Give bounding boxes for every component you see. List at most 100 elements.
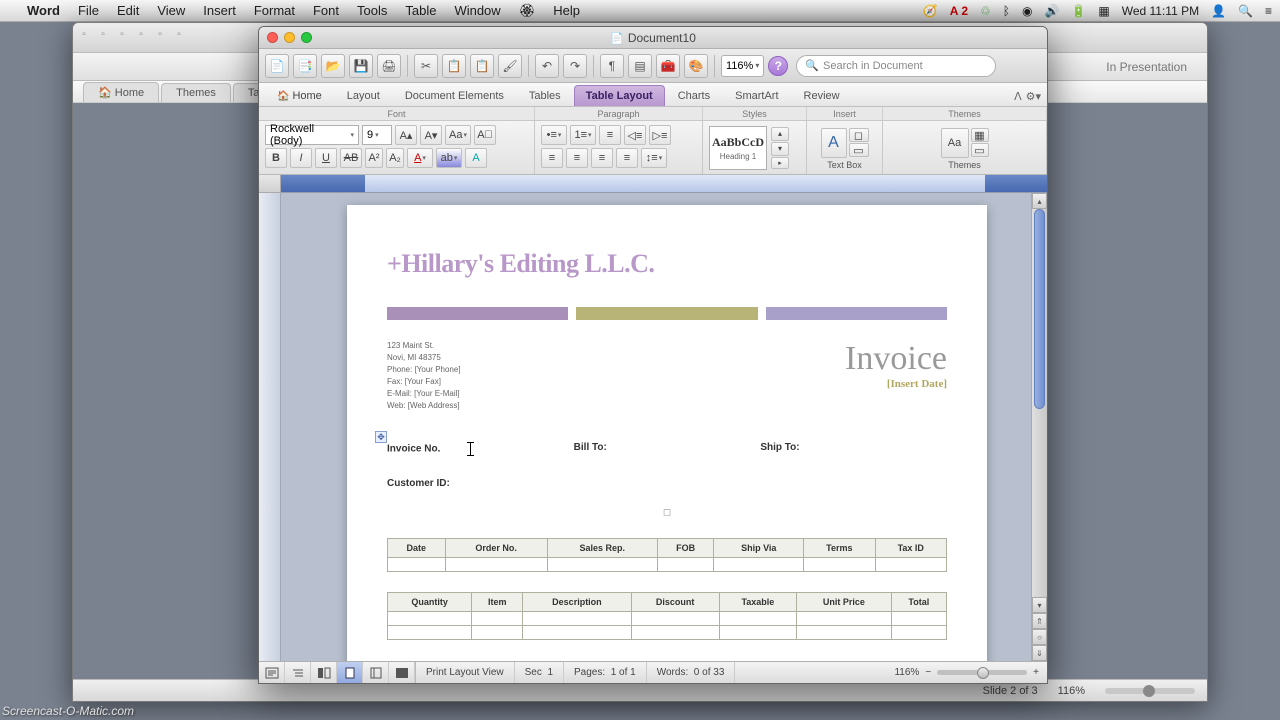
scroll-up-button[interactable]: ▴ (1032, 193, 1047, 209)
th-total[interactable]: Total (891, 593, 946, 612)
th-description[interactable]: Description (523, 593, 631, 612)
table-move-handle[interactable]: ✥ (375, 431, 387, 443)
table-row[interactable] (388, 612, 947, 626)
ribbon-tab-layout[interactable]: Layout (335, 85, 392, 106)
close-button[interactable] (267, 32, 278, 43)
prev-page-button[interactable]: ⇑ (1032, 613, 1047, 629)
decrease-indent-button[interactable]: ◁≡ (624, 125, 646, 145)
document-page[interactable]: +Hillary's Editing L.L.C. 123 Maint St. … (347, 205, 987, 661)
picture-button[interactable]: ▭ (849, 143, 869, 157)
zoom-slider[interactable] (937, 670, 1027, 675)
sidebar-button[interactable]: ▤ (628, 54, 652, 78)
help-button[interactable]: ? (768, 56, 788, 76)
justify-button[interactable]: ≡ (616, 148, 638, 168)
ribbon-tab-table-layout[interactable]: Table Layout (574, 85, 665, 106)
th-fob[interactable]: FOB (657, 539, 714, 558)
ribbon-tab-smartart[interactable]: SmartArt (723, 85, 790, 106)
zoom-button[interactable] (301, 32, 312, 43)
app-menu[interactable]: Word (18, 3, 69, 18)
superscript-button[interactable]: A² (365, 148, 383, 168)
table-row[interactable] (388, 558, 947, 572)
copy-button[interactable]: 📋 (442, 54, 466, 78)
format-painter-button[interactable]: 🖌 (498, 54, 522, 78)
theme-fonts-button[interactable]: ▭ (971, 143, 989, 157)
new-button[interactable]: 📄 (265, 54, 289, 78)
th-ship-via[interactable]: Ship Via (714, 539, 804, 558)
undo-button[interactable]: ↶ (535, 54, 559, 78)
menu-window[interactable]: Window (445, 3, 509, 18)
minimize-button[interactable] (284, 32, 295, 43)
print-layout-view-button[interactable] (337, 662, 363, 684)
shape-button[interactable]: ◻ (849, 128, 869, 142)
table-row[interactable] (388, 626, 947, 640)
ribbon-tab-tables[interactable]: Tables (517, 85, 573, 106)
styles-down-button[interactable]: ▾ (771, 142, 789, 156)
line-spacing-button[interactable]: ↕≡ (641, 148, 667, 168)
sender-block[interactable]: 123 Maint St. Novi, MI 48375 Phone: [You… (387, 340, 461, 412)
horizontal-ruler[interactable] (281, 175, 1047, 193)
align-right-button[interactable]: ≡ (591, 148, 613, 168)
battery-icon[interactable]: 🔋 (1071, 4, 1086, 18)
ruler-corner[interactable] (259, 175, 281, 193)
ribbon-tab-charts[interactable]: Charts (666, 85, 722, 106)
th-taxable[interactable]: Taxable (719, 593, 797, 612)
icon5[interactable]: ▫ (152, 26, 168, 42)
shrink-font-button[interactable]: A▾ (420, 125, 442, 145)
sync-icon[interactable]: ♲ (980, 4, 991, 18)
draft-view-button[interactable] (259, 662, 285, 684)
clear-formatting-button[interactable]: A⃠ (474, 125, 496, 145)
print-button[interactable]: 🖨 (377, 54, 401, 78)
bold-button[interactable]: B (265, 148, 287, 168)
template-button[interactable]: 📑 (293, 54, 317, 78)
invoice-title-block[interactable]: Invoice [Insert Date] (845, 340, 947, 390)
ribbon-tab-document-elements[interactable]: Document Elements (393, 85, 516, 106)
scroll-down-button[interactable]: ▾ (1032, 597, 1047, 613)
styles-more-button[interactable]: ▸ (771, 157, 789, 169)
th-unit-price[interactable]: Unit Price (797, 593, 891, 612)
change-case-button[interactable]: Aa (445, 125, 471, 145)
fullscreen-view-button[interactable] (389, 662, 415, 684)
zoom-in-button[interactable]: + (1033, 667, 1039, 678)
line-items-table[interactable]: Quantity Item Description Discount Taxab… (387, 592, 947, 640)
subscript-button[interactable]: A₂ (386, 148, 404, 168)
increase-indent-button[interactable]: ▷≡ (649, 125, 671, 145)
menu-format[interactable]: Format (245, 3, 304, 18)
menu-edit[interactable]: Edit (108, 3, 148, 18)
icon1[interactable]: ▫ (76, 26, 92, 42)
ribbon-tab-home[interactable]: 🏠Home (265, 85, 334, 106)
media-button[interactable]: 🎨 (684, 54, 708, 78)
strikethrough-button[interactable]: AB (340, 148, 362, 168)
bg-zoom-slider[interactable] (1105, 688, 1195, 694)
customer-id-row[interactable]: Customer ID: (387, 478, 947, 489)
th-discount[interactable]: Discount (631, 593, 719, 612)
adobe-icon[interactable]: A 2 (950, 4, 968, 18)
vertical-ruler[interactable] (259, 193, 281, 661)
zoom-out-button[interactable]: − (925, 667, 931, 678)
publishing-view-button[interactable] (311, 662, 337, 684)
browse-object-button[interactable]: ○ (1032, 629, 1047, 645)
show-button[interactable]: ¶ (600, 54, 624, 78)
menu-table[interactable]: Table (396, 3, 445, 18)
highlight-button[interactable]: ab (436, 148, 462, 168)
bluetooth-icon[interactable]: ᛒ (1003, 4, 1010, 18)
menu-tools[interactable]: Tools (348, 3, 396, 18)
cut-button[interactable]: ✂ (414, 54, 438, 78)
menu-help[interactable]: Help (544, 3, 589, 18)
themes-button[interactable]: Aa (941, 128, 969, 158)
word-titlebar[interactable]: 📄Document10 (259, 27, 1047, 49)
numbering-button[interactable]: 1≡ (570, 125, 596, 145)
spotlight-icon[interactable]: 🔍 (1238, 4, 1253, 18)
user-icon[interactable]: 👤 (1211, 4, 1226, 18)
redo-button[interactable]: ↷ (563, 54, 587, 78)
save-button[interactable]: 💾 (349, 54, 373, 78)
theme-colors-button[interactable]: ▦ (971, 128, 989, 142)
icon2[interactable]: ▫ (95, 26, 111, 42)
next-page-button[interactable]: ⇓ (1032, 645, 1047, 661)
align-left-button[interactable]: ≡ (541, 148, 563, 168)
font-size-select[interactable]: 9▾ (362, 125, 392, 145)
th-tax-id[interactable]: Tax ID (875, 539, 946, 558)
style-preview[interactable]: AaBbCcD Heading 1 (709, 126, 767, 170)
underline-button[interactable]: U (315, 148, 337, 168)
zoom-percent[interactable]: 116% (894, 667, 919, 678)
icon6[interactable]: ▫ (171, 26, 187, 42)
